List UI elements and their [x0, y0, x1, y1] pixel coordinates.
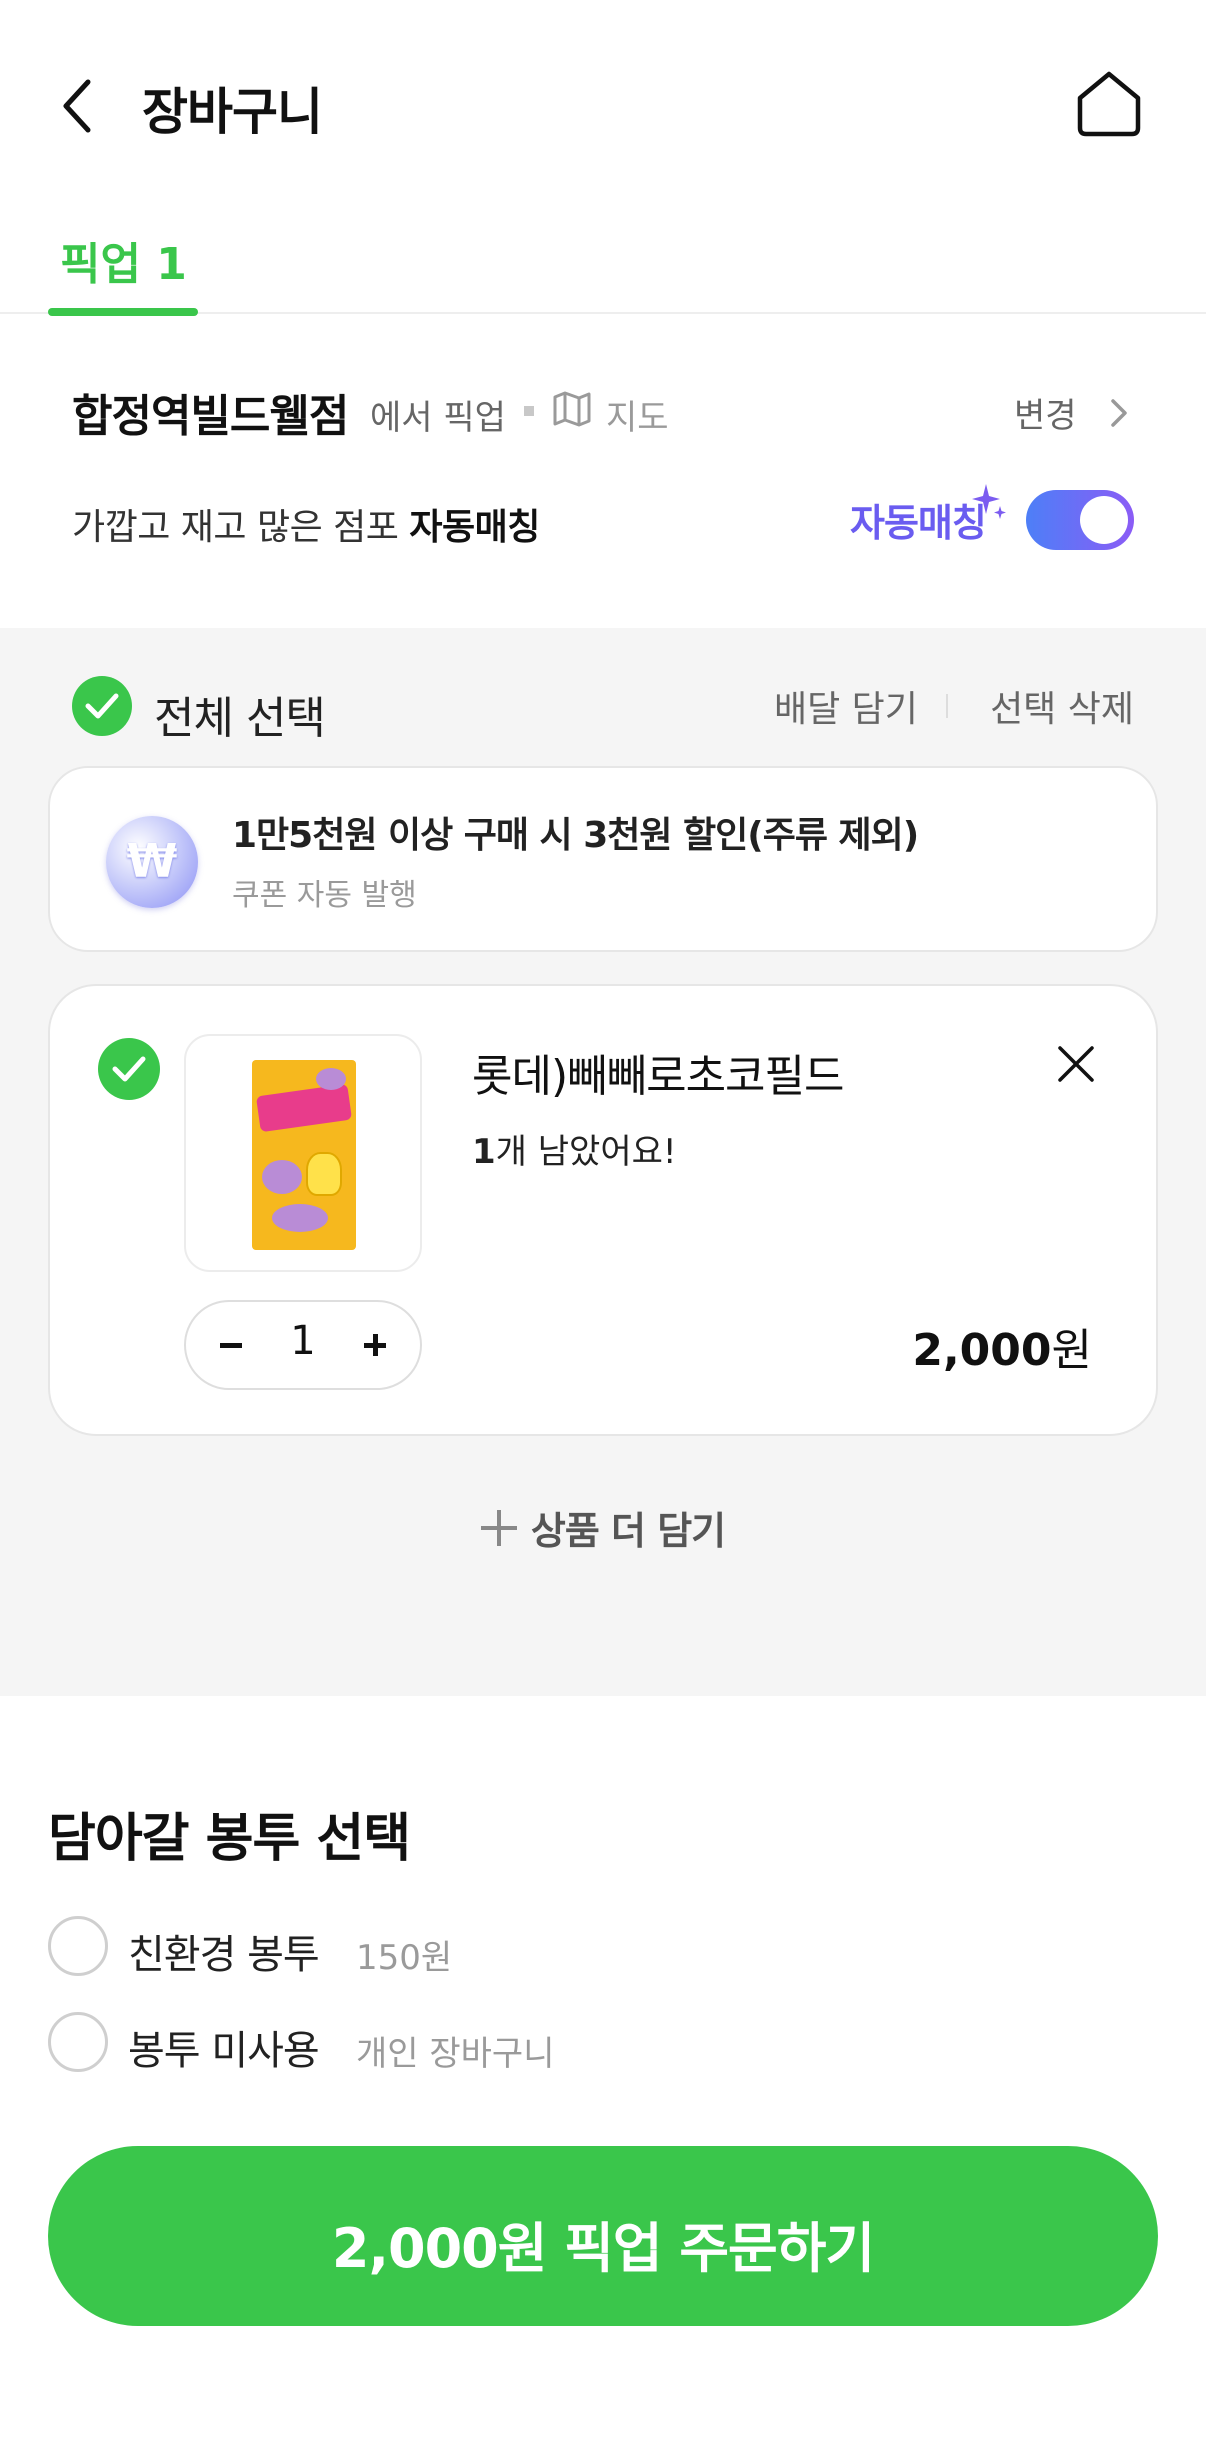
stock-count: 1: [472, 1132, 496, 1172]
tab-active-indicator: [48, 308, 198, 316]
home-icon: [1077, 71, 1141, 137]
check-circle-icon: [72, 676, 132, 736]
chevron-left-icon: [63, 79, 91, 133]
auto-match-desc-bold: 자동매칭: [409, 507, 540, 548]
product-name[interactable]: 롯데)빼빼로초코필드: [472, 1040, 844, 1104]
coupon-symbol: ₩: [126, 834, 178, 888]
page-title: 장바구니: [142, 83, 323, 141]
stock-suffix: 개 남았어요!: [495, 1132, 677, 1172]
add-more-row: 상품 더 담기: [0, 1500, 1206, 1560]
divider: [946, 694, 948, 718]
radio-button[interactable]: [48, 1916, 108, 1976]
change-store-button[interactable]: 변경: [1014, 388, 1134, 436]
store-name: 합정역빌드웰점: [72, 391, 349, 442]
bag-option-sub: 개인 장바구니: [356, 2034, 555, 2074]
increase-quantity-button[interactable]: [350, 1320, 400, 1370]
bag-option-sub: 150원: [356, 1938, 453, 1978]
chevron-right-icon: [1111, 399, 1127, 427]
change-store-label: 변경: [1014, 396, 1077, 436]
cart-actions: 배달 담기 선택 삭제: [774, 680, 1134, 730]
stock-note: 1개 남았어요!: [472, 1124, 677, 1173]
map-link[interactable]: 지도: [606, 390, 669, 439]
item-price: 2,000원: [912, 1314, 1092, 1378]
coupon-coin-icon: ₩: [106, 816, 198, 908]
item-price-number: 2,000: [912, 1325, 1052, 1376]
auto-match-row: 가깝고 재고 많은 점포 자동매칭 자동매칭: [72, 484, 1134, 556]
plus-icon: [480, 1510, 517, 1546]
select-all-label: 전체 선택: [154, 693, 326, 744]
bag-option-eco[interactable]: 친환경 봉투 150원: [48, 1916, 848, 1978]
bag-option-none[interactable]: 봉투 미사용 개인 장바구니: [48, 2012, 848, 2074]
auto-match-desc-prefix: 가깝고 재고 많은 점포: [72, 507, 410, 548]
separator-dot: [524, 406, 534, 416]
pickup-order-label: 2,000원 픽업 주문하기: [331, 2217, 875, 2280]
auto-match-badge: 자동매칭: [850, 501, 987, 545]
delivery-add-button[interactable]: 배달 담기: [774, 680, 918, 732]
bag-section-title: 담아갈 봉투 선택: [48, 1809, 411, 1869]
back-button[interactable]: [58, 76, 98, 136]
delete-selected-button[interactable]: 선택 삭제: [990, 680, 1134, 732]
store-suffix: 에서 픽업: [370, 398, 506, 438]
item-price-unit: 원: [1051, 1325, 1092, 1376]
auto-match-description: 가깝고 재고 많은 점포 자동매칭: [72, 498, 540, 550]
add-more-button[interactable]: 상품 더 담기: [480, 1500, 726, 1555]
quantity-stepper: 1: [184, 1300, 422, 1390]
map-icon[interactable]: [552, 390, 592, 428]
auto-match-toggle[interactable]: [1026, 490, 1134, 550]
tab-bar: 픽업 1: [0, 210, 1206, 316]
home-button[interactable]: [1074, 70, 1144, 138]
item-checkbox[interactable]: [98, 1038, 160, 1100]
product-image: [252, 1060, 356, 1250]
add-more-label: 상품 더 담기: [530, 1509, 726, 1553]
cart-item-card: 롯데)빼빼로초코필드 1개 남았어요! 1 2,000원: [48, 984, 1158, 1436]
coupon-banner[interactable]: ₩ 1만5천원 이상 구매 시 3천원 할인(주류 제외) 쿠폰 자동 발행: [48, 766, 1158, 952]
toggle-knob: [1080, 496, 1128, 544]
app-header: 장바구니: [0, 0, 1206, 210]
store-row: 합정역빌드웰점 에서 픽업 지도 변경: [72, 378, 1134, 442]
radio-button[interactable]: [48, 2012, 108, 2072]
coupon-subtitle: 쿠폰 자동 발행: [232, 878, 417, 913]
tab-pickup-label: 픽업 1: [60, 239, 187, 290]
sparkle-icon: [972, 484, 1006, 519]
close-icon: [1058, 1046, 1094, 1082]
bag-option-label: 친환경 봉투: [128, 1932, 320, 1978]
tab-pickup[interactable]: 픽업 1: [48, 220, 198, 316]
remove-item-button[interactable]: [1054, 1042, 1098, 1086]
pickup-order-button[interactable]: 2,000원 픽업 주문하기: [48, 2146, 1158, 2326]
coupon-title: 1만5천원 이상 구매 시 3천원 할인(주류 제외): [232, 815, 919, 856]
product-thumbnail[interactable]: [184, 1034, 422, 1272]
bag-option-label: 봉투 미사용: [128, 2028, 320, 2074]
select-all-checkbox[interactable]: 전체 선택: [72, 676, 472, 744]
